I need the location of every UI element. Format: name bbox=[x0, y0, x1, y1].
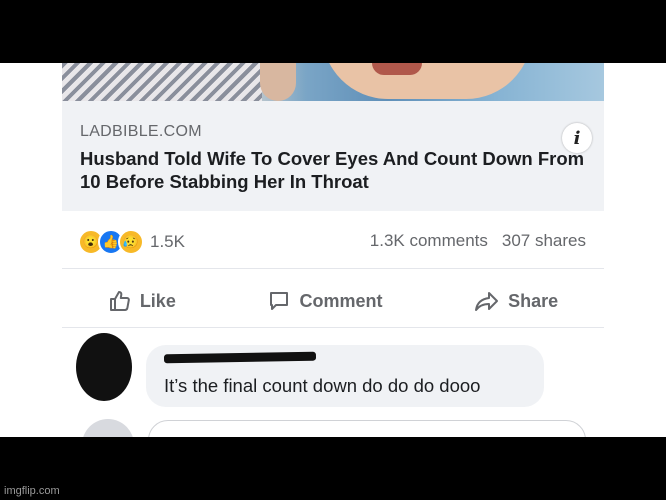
write-comment-input[interactable] bbox=[148, 420, 586, 437]
link-preview-image[interactable] bbox=[62, 63, 604, 101]
comment-bubble[interactable]: It’s the final count down do do do dooo bbox=[146, 345, 544, 407]
thumbs-up-icon bbox=[109, 291, 130, 311]
link-domain: LADBIBLE.COM bbox=[80, 123, 202, 140]
comment-label: Comment bbox=[299, 290, 383, 311]
redacted-name bbox=[163, 351, 317, 364]
share-label: Share bbox=[508, 290, 559, 311]
divider bbox=[62, 327, 604, 328]
reactions-summary[interactable]: 😮 👍 😥 1.5K bbox=[78, 229, 185, 255]
watermark: imgflip.com bbox=[4, 485, 60, 497]
reaction-count: 1.5K bbox=[150, 232, 185, 251]
like-label: Like bbox=[139, 290, 176, 311]
current-user-avatar[interactable] bbox=[82, 419, 134, 437]
action-bar: Like Comment Share bbox=[62, 273, 604, 329]
avatar[interactable] bbox=[76, 333, 132, 401]
comment-button[interactable]: Comment bbox=[267, 289, 383, 313]
comments-count[interactable]: 1.3K comments bbox=[370, 231, 488, 251]
link-preview-card[interactable]: i LADBIBLE.COM Husband Told Wife To Cove… bbox=[62, 101, 604, 211]
post-screen: i LADBIBLE.COM Husband Told Wife To Cove… bbox=[0, 63, 666, 437]
sad-icon: 😥 bbox=[118, 229, 144, 255]
share-button[interactable]: Share bbox=[474, 289, 558, 313]
share-icon bbox=[475, 292, 499, 311]
engagement-counts: 1.3K comments 307 shares bbox=[370, 231, 586, 251]
comment-icon bbox=[270, 292, 289, 310]
like-button[interactable]: Like bbox=[108, 289, 176, 313]
shares-count[interactable]: 307 shares bbox=[502, 231, 586, 251]
divider bbox=[62, 268, 604, 269]
link-title[interactable]: Husband Told Wife To Cover Eyes And Coun… bbox=[80, 147, 590, 193]
comment-text: It’s the final count down do do do dooo bbox=[164, 375, 481, 396]
